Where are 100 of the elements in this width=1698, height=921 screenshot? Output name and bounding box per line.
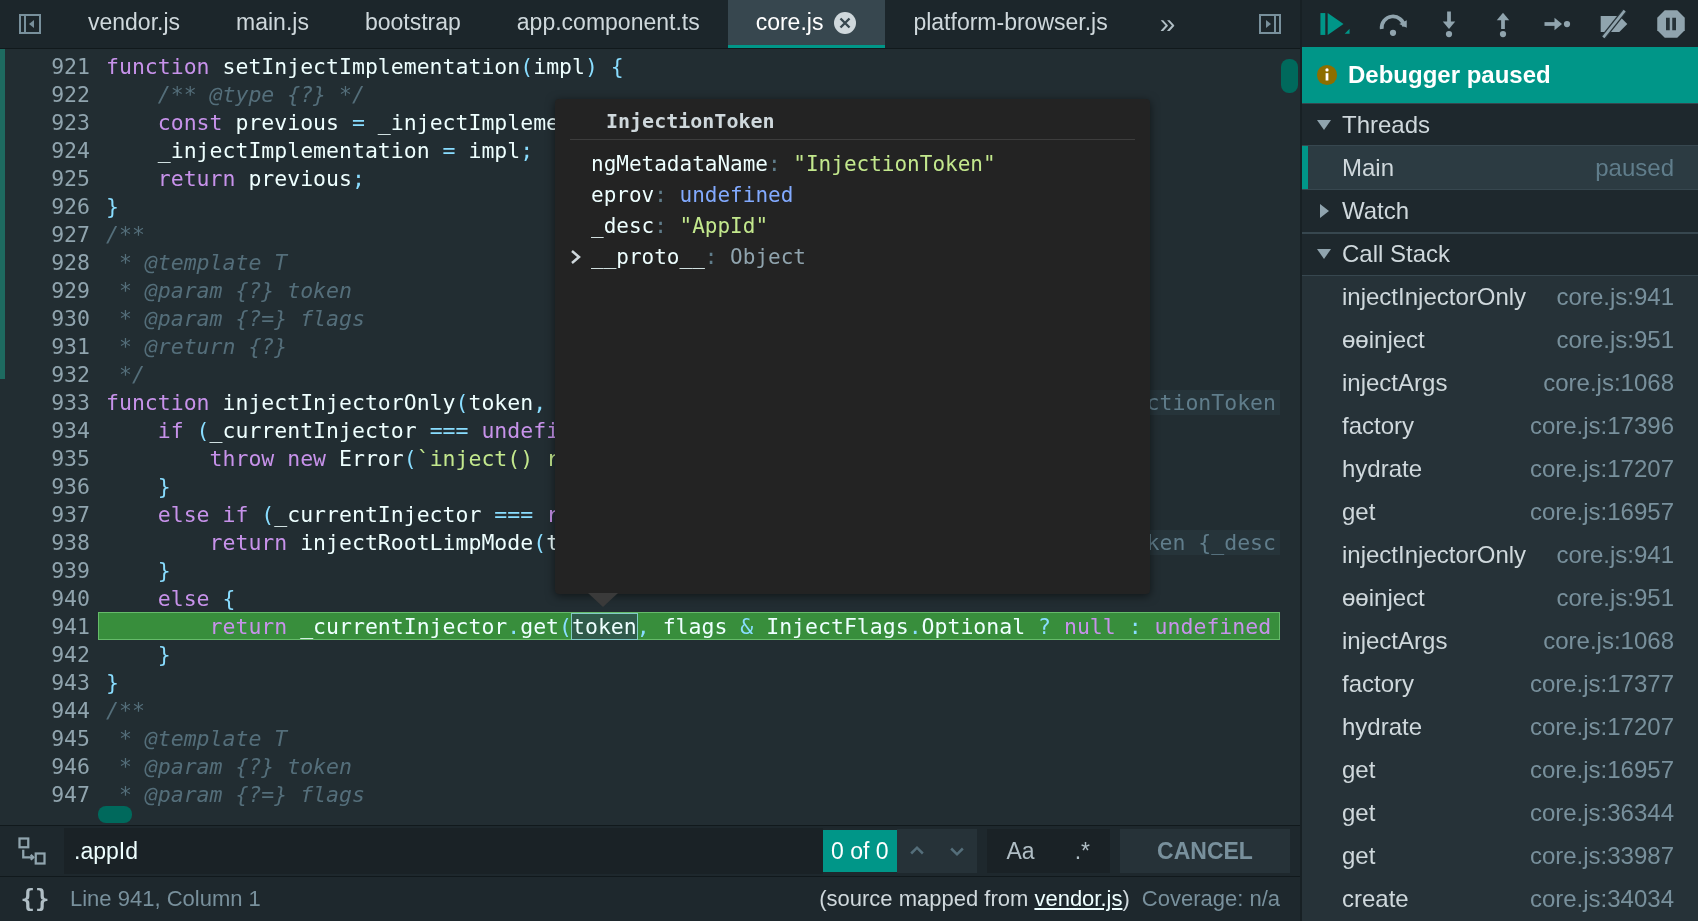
stack-frame[interactable]: hydrate core.js:17207 bbox=[1302, 448, 1698, 491]
property-value: "AppId" bbox=[679, 213, 769, 238]
sidebar-toggle-icon[interactable] bbox=[1258, 12, 1282, 36]
line-number: 930 bbox=[50, 305, 91, 331]
close-icon[interactable] bbox=[833, 10, 858, 35]
thread-row[interactable]: Main paused bbox=[1302, 146, 1698, 190]
property-name: __proto__ bbox=[591, 244, 705, 269]
code-line: * @param {?=} flags bbox=[117, 304, 365, 332]
property-value: "InjectionToken" bbox=[793, 151, 996, 176]
code-line: * @param {?} token bbox=[117, 276, 352, 304]
section-title: Watch bbox=[1342, 197, 1410, 226]
file-tab[interactable]: vendor.js bbox=[60, 0, 209, 48]
stack-frame[interactable]: get core.js:36344 bbox=[1302, 792, 1698, 835]
code-line: } bbox=[156, 556, 171, 584]
frame-location: core.js:34034 bbox=[1529, 885, 1674, 914]
section-header[interactable]: Threads bbox=[1302, 103, 1698, 147]
section-title: Call Stack bbox=[1342, 240, 1451, 269]
line-number: 945 bbox=[50, 725, 91, 751]
info-icon[interactable] bbox=[1316, 64, 1338, 87]
code-line: * @template T bbox=[117, 248, 288, 276]
pause-icon[interactable] bbox=[1656, 8, 1686, 39]
previous-match-button[interactable] bbox=[896, 829, 937, 873]
frame-name: injectInjectorOnly bbox=[1342, 283, 1527, 312]
pretty-print-button[interactable]: {} bbox=[0, 884, 70, 914]
replace-icon[interactable] bbox=[17, 836, 47, 866]
frame-location: core.js:36344 bbox=[1529, 799, 1674, 828]
frame-location: core.js:1068 bbox=[1543, 627, 1674, 656]
line-number: 932 bbox=[50, 361, 91, 387]
search-field[interactable]: .appId bbox=[64, 828, 823, 874]
line-number: 941 bbox=[50, 613, 91, 639]
stack-frame[interactable]: create core.js:34034 bbox=[1302, 878, 1698, 921]
frame-location: core.js:33987 bbox=[1529, 842, 1674, 871]
line-number: 928 bbox=[50, 249, 91, 275]
code-line: function setInjectImplementation(impl) { bbox=[106, 52, 624, 80]
code-line: * @template T bbox=[117, 724, 288, 752]
property-value: undefined bbox=[679, 182, 794, 207]
code-line: /** bbox=[106, 696, 145, 724]
line-number: 942 bbox=[50, 641, 91, 667]
stack-frame[interactable]: injectArgs core.js:1068 bbox=[1302, 620, 1698, 663]
line-number: 924 bbox=[50, 137, 91, 163]
stack-frame[interactable]: injectInjectorOnly core.js:941 bbox=[1302, 534, 1698, 577]
stack-frame[interactable]: ɵɵinject core.js:951 bbox=[1302, 577, 1698, 620]
stack-frame[interactable]: injectInjectorOnly core.js:941 bbox=[1302, 276, 1698, 319]
line-number: 935 bbox=[50, 445, 91, 471]
frame-name: injectInjectorOnly bbox=[1342, 541, 1527, 570]
property-value: Object bbox=[730, 244, 806, 269]
section-header[interactable]: Call Stack bbox=[1302, 232, 1698, 276]
stack-frame[interactable]: factory core.js:17396 bbox=[1302, 405, 1698, 448]
stack-frame[interactable]: get core.js:16957 bbox=[1302, 491, 1698, 534]
property-name: ngMetadataName bbox=[591, 151, 768, 176]
coverage-label: Coverage: n/a bbox=[1141, 886, 1280, 912]
code-line: /** @type {?} */ bbox=[156, 80, 365, 108]
code-line: /** bbox=[106, 220, 145, 248]
property-name: _desc bbox=[591, 213, 655, 238]
cancel-button[interactable]: CANCEL bbox=[1120, 829, 1290, 873]
code-line: const previous = _injectImpleme bbox=[156, 108, 560, 136]
file-tab[interactable]: platform-browser.js bbox=[885, 0, 1136, 48]
regex-button[interactable]: .* bbox=[1054, 829, 1110, 873]
section-header[interactable]: Watch bbox=[1302, 189, 1698, 233]
frame-location: core.js:951 bbox=[1556, 326, 1674, 355]
banner-text: Debugger paused bbox=[1348, 61, 1551, 90]
line-number: 933 bbox=[50, 389, 91, 415]
line-number: 922 bbox=[50, 81, 91, 107]
colon: : bbox=[654, 182, 667, 207]
sidebar-toggle-icon[interactable] bbox=[18, 12, 42, 36]
scrollbar-thumb[interactable] bbox=[98, 806, 132, 823]
file-tab[interactable]: bootstrap bbox=[336, 0, 489, 48]
code-line: } bbox=[106, 192, 119, 220]
frame-location: core.js:941 bbox=[1556, 541, 1674, 570]
colon: : bbox=[654, 213, 667, 238]
stack-frame[interactable]: factory core.js:17377 bbox=[1302, 663, 1698, 706]
frame-name: ɵɵinject bbox=[1342, 326, 1425, 355]
scrollbar-thumb[interactable] bbox=[1281, 59, 1298, 93]
code-line: function injectInjectorOnly(token, bbox=[106, 388, 547, 416]
colon: : bbox=[704, 244, 718, 269]
file-tab[interactable]: app.component.ts bbox=[488, 0, 728, 48]
code-line: * @param {?=} flags bbox=[117, 780, 365, 808]
frame-name: get bbox=[1342, 799, 1376, 828]
frame-location: core.js:1068 bbox=[1543, 369, 1674, 398]
stack-frame[interactable]: ɵɵinject core.js:951 bbox=[1302, 319, 1698, 362]
source-link[interactable]: vendor.js bbox=[1034, 886, 1123, 911]
line-number: 927 bbox=[50, 221, 91, 247]
stack-frame[interactable]: hydrate core.js:17207 bbox=[1302, 706, 1698, 749]
line-number: 946 bbox=[50, 753, 91, 779]
frame-location: core.js:16957 bbox=[1529, 498, 1674, 527]
code-line: _injectImplementation = impl; bbox=[156, 136, 534, 164]
match-case-button[interactable]: Aa bbox=[986, 829, 1055, 873]
code-line: * @return {?} bbox=[117, 332, 288, 360]
frame-name: injectArgs bbox=[1342, 369, 1448, 398]
file-tab[interactable]: core.js bbox=[727, 0, 886, 48]
more-tabs-button[interactable]: » bbox=[1135, 0, 1200, 48]
stack-frame[interactable]: get core.js:33987 bbox=[1302, 835, 1698, 878]
frame-name: injectArgs bbox=[1342, 627, 1448, 656]
frame-location: core.js:941 bbox=[1556, 283, 1674, 312]
file-tab[interactable]: main.js bbox=[208, 0, 337, 48]
frame-name: get bbox=[1342, 498, 1376, 527]
frame-name: factory bbox=[1342, 412, 1415, 441]
stack-frame[interactable]: get core.js:16957 bbox=[1302, 749, 1698, 792]
chevron-icon[interactable] bbox=[569, 247, 583, 266]
stack-frame[interactable]: injectArgs core.js:1068 bbox=[1302, 362, 1698, 405]
